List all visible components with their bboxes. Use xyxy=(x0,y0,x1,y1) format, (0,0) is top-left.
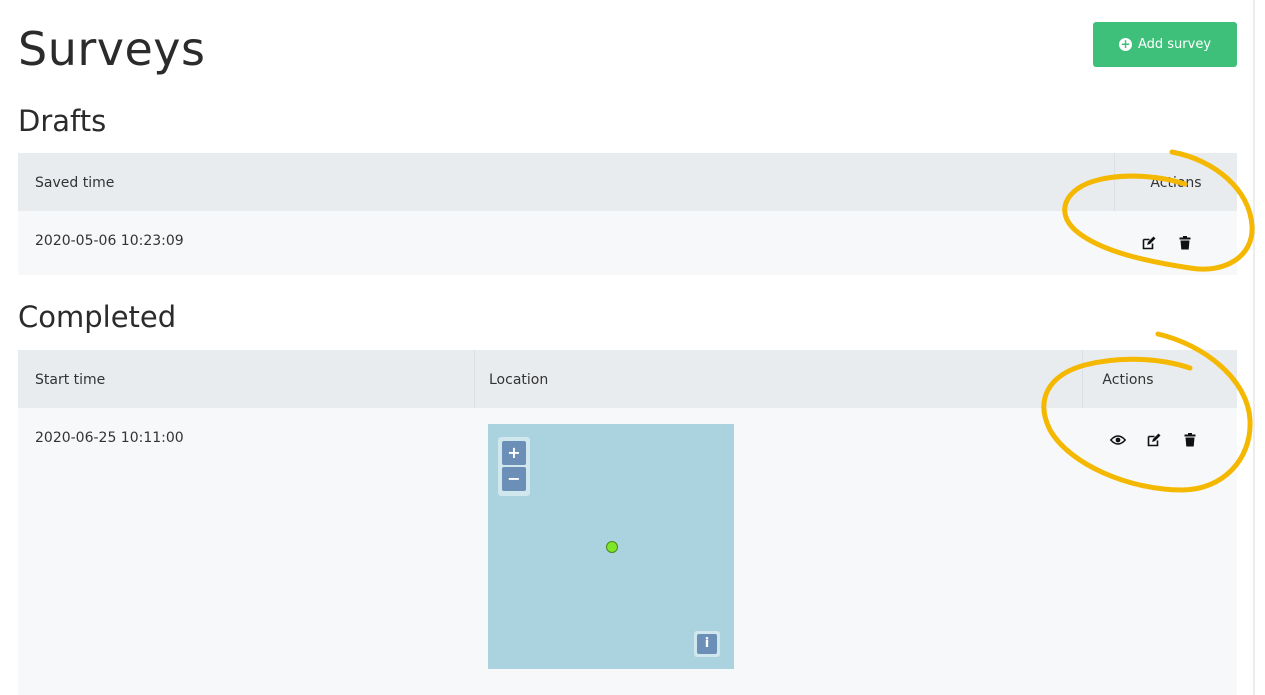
row-actions xyxy=(1110,432,1198,448)
saved-time-cell: 2020-05-06 10:23:09 xyxy=(35,233,184,249)
zoom-out-button[interactable]: − xyxy=(502,467,526,491)
column-header-actions: Actions xyxy=(1102,372,1154,388)
location-marker[interactable] xyxy=(606,541,618,553)
row-actions xyxy=(1141,235,1193,251)
add-survey-label: Add survey xyxy=(1137,37,1212,52)
column-header-saved-time: Saved time xyxy=(35,175,115,191)
zoom-control: + − xyxy=(498,437,530,496)
start-time-cell: 2020-06-25 10:11:00 xyxy=(35,430,184,446)
edit-icon[interactable] xyxy=(1141,235,1157,251)
add-survey-button[interactable]: + Add survey xyxy=(1093,22,1237,67)
drafts-title: Drafts xyxy=(18,104,107,138)
column-header-actions: Actions xyxy=(1150,175,1202,191)
completed-title: Completed xyxy=(18,300,177,334)
zoom-in-button[interactable]: + xyxy=(502,441,526,465)
map-info-button[interactable]: i xyxy=(694,631,720,657)
plus-circle-icon: + xyxy=(1118,37,1132,51)
page-title: Surveys xyxy=(18,22,206,76)
column-header-start-time: Start time xyxy=(35,372,106,388)
table-header: Start time Location Actions xyxy=(18,350,1237,408)
trash-icon[interactable] xyxy=(1182,432,1198,448)
completed-table: Start time Location Actions 2020-06-25 1… xyxy=(18,350,1237,695)
table-row: 2020-06-25 10:11:00 + − i xyxy=(18,408,1237,695)
scrollbar-track xyxy=(1253,0,1265,695)
trash-icon[interactable] xyxy=(1177,235,1193,251)
edit-icon[interactable] xyxy=(1146,432,1162,448)
eye-icon[interactable] xyxy=(1110,432,1126,448)
column-divider xyxy=(474,350,475,408)
table-header: Saved time Actions xyxy=(18,153,1237,211)
column-header-location: Location xyxy=(489,372,549,388)
info-icon: i xyxy=(697,634,717,654)
location-map[interactable]: + − i xyxy=(488,424,734,669)
drafts-table: Saved time Actions 2020-05-06 10:23:09 xyxy=(18,153,1237,275)
table-row: 2020-05-06 10:23:09 xyxy=(18,211,1237,275)
